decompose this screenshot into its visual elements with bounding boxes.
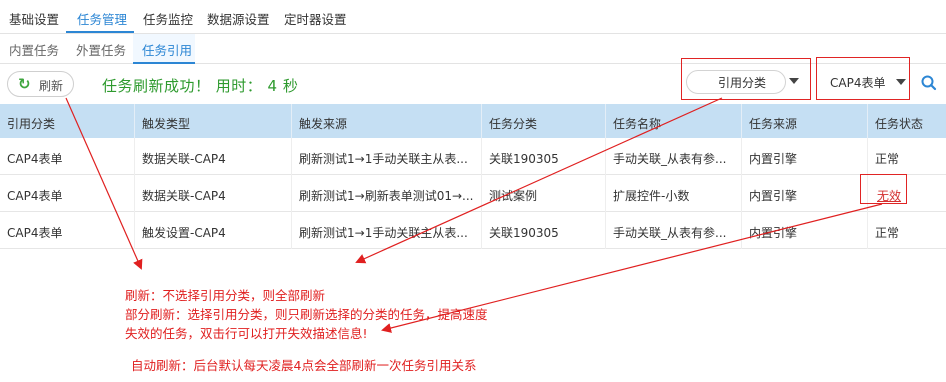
cell-trigger-source: 刷新测试1→1手动关联主从表... (291, 212, 481, 249)
cell-ref-category: CAP4表单 (7, 189, 63, 203)
cell-task-category: 关联190305 (481, 212, 605, 249)
table-row[interactable]: CAP4表单 数据关联-CAP4 刷新测试1→1手动关联主从表... 关联190… (0, 138, 946, 175)
cell-task-name: 扩展控件-小数 (605, 175, 741, 212)
cell-task-source: 内置引擎 (741, 138, 867, 175)
col-task-name[interactable]: 任务名称 (605, 104, 741, 138)
cell-task-status: 正常 (867, 138, 946, 175)
refresh-button[interactable]: ↻ 刷新 (7, 71, 74, 97)
cell-task-category: 测试案例 (481, 175, 605, 212)
table-header: 引用分类 触发类型 触发来源 任务分类 任务名称 任务来源 任务状态 (0, 104, 946, 138)
col-trigger-source[interactable]: 触发来源 (291, 104, 481, 138)
subtab-builtin-tasks[interactable]: 内置任务 (9, 40, 59, 59)
cell-ref-category: CAP4表单 (7, 226, 63, 240)
cell-ref-category: CAP4表单 (7, 152, 63, 166)
note-invalid-task: 失效的任务，双击行可以打开失效描述信息! (125, 326, 368, 341)
subtab-task-references[interactable]: 任务引用 (142, 40, 192, 59)
tab-basic-settings[interactable]: 基础设置 (9, 9, 59, 28)
col-task-status[interactable]: 任务状态 (867, 104, 946, 138)
highlight-box-form-type (816, 57, 910, 100)
tab-datasource-settings[interactable]: 数据源设置 (207, 9, 270, 28)
highlight-box-ref-category (681, 58, 811, 100)
tab-timer-settings[interactable]: 定时器设置 (284, 9, 347, 28)
cell-task-source: 内置引擎 (741, 212, 867, 249)
refresh-button-label: 刷新 (39, 79, 64, 93)
col-ref-category[interactable]: 引用分类 (0, 104, 134, 138)
search-icon (921, 75, 937, 91)
cell-trigger-type: 数据关联-CAP4 (134, 175, 291, 212)
cell-task-source: 内置引擎 (741, 175, 867, 212)
note-partial-refresh: 部分刷新：选择引用分类，则只刷新选择的分类的任务，提高速度 (125, 307, 488, 322)
cell-task-name: 手动关联_从表有参... (605, 138, 741, 175)
col-task-source[interactable]: 任务来源 (741, 104, 867, 138)
col-trigger-type[interactable]: 触发类型 (134, 104, 291, 138)
active-tab-indicator (66, 31, 134, 33)
tab-task-monitor[interactable]: 任务监控 (143, 9, 193, 28)
cell-trigger-type: 数据关联-CAP4 (134, 138, 291, 175)
cell-task-category: 关联190305 (481, 138, 605, 175)
cell-trigger-type: 触发设置-CAP4 (134, 212, 291, 249)
table-row[interactable]: CAP4表单 触发设置-CAP4 刷新测试1→1手动关联主从表... 关联190… (0, 212, 946, 249)
note-refresh: 刷新：不选择引用分类，则全部刷新 (125, 288, 326, 303)
success-message: 任务刷新成功！ 用时： 4 秒 (102, 77, 299, 95)
tab-task-management[interactable]: 任务管理 (77, 9, 127, 28)
top-nav: 基础设置 任务管理 任务监控 数据源设置 定时器设置 (0, 0, 946, 34)
cell-task-name: 手动关联_从表有参... (605, 212, 741, 249)
cell-trigger-source: 刷新测试1→1手动关联主从表... (291, 138, 481, 175)
search-button[interactable] (918, 72, 940, 94)
cell-task-status: 正常 (867, 212, 946, 249)
cell-trigger-source: 刷新测试1→刷新表单测试01→... (291, 175, 481, 212)
col-task-category[interactable]: 任务分类 (481, 104, 605, 138)
highlight-box-invalid-status (860, 174, 907, 204)
note-auto-refresh: 自动刷新：后台默认每天凌晨4点会全部刷新一次任务引用关系 (131, 358, 477, 373)
table-row[interactable]: CAP4表单 数据关联-CAP4 刷新测试1→刷新表单测试01→... 测试案例… (0, 175, 946, 212)
subtab-external-tasks[interactable]: 外置任务 (76, 40, 126, 59)
refresh-icon: ↻ (18, 75, 31, 93)
